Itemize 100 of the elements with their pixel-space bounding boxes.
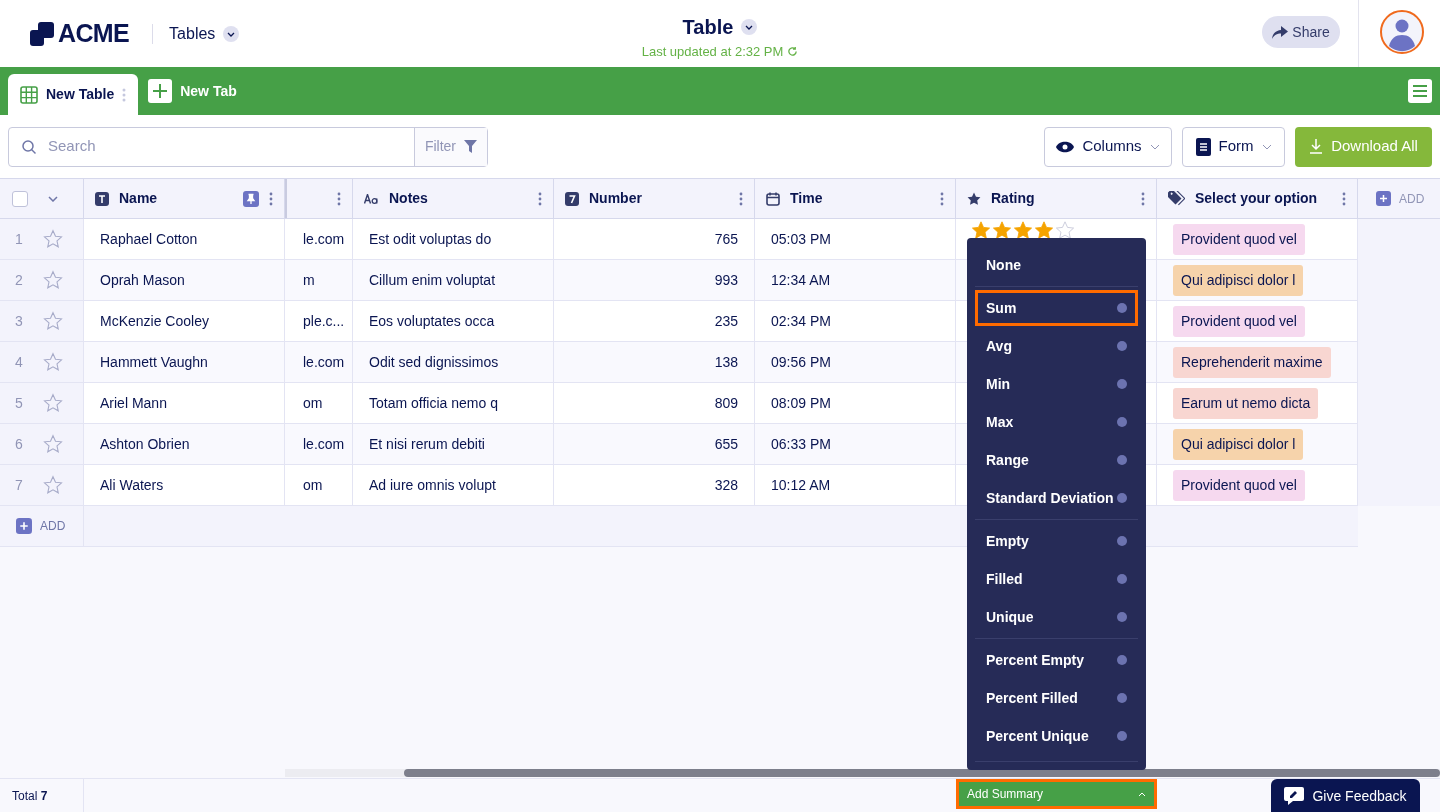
dot-icon bbox=[1117, 493, 1127, 503]
plus-icon bbox=[1376, 191, 1391, 206]
star-icon bbox=[1035, 221, 1053, 239]
star-icon[interactable] bbox=[43, 475, 63, 495]
table-cell-text: Odit sed dignissimos bbox=[369, 352, 499, 372]
table-cell-text: 02:34 PM bbox=[771, 311, 831, 331]
columns-button[interactable]: Columns bbox=[1044, 126, 1172, 167]
star-icon[interactable] bbox=[43, 229, 63, 249]
dot-icon bbox=[1117, 455, 1127, 465]
table-cell-text: 993 bbox=[714, 270, 738, 290]
star-icon[interactable] bbox=[43, 311, 63, 331]
menu-item[interactable]: Empty bbox=[975, 523, 1138, 559]
table-cell-text: Ad iure omnis volupt bbox=[369, 475, 496, 495]
menu-icon[interactable] bbox=[1408, 79, 1432, 103]
more-icon[interactable] bbox=[1141, 191, 1145, 206]
tag-icon bbox=[1168, 191, 1185, 206]
text-type-icon bbox=[95, 191, 109, 206]
more-icon[interactable] bbox=[739, 191, 743, 206]
row-number: 1 bbox=[15, 229, 23, 249]
give-feedback-button[interactable]: Give Feedback bbox=[1271, 779, 1420, 812]
more-icon[interactable] bbox=[940, 191, 944, 206]
more-icon[interactable] bbox=[538, 191, 542, 206]
column-header[interactable]: Notes bbox=[389, 188, 428, 209]
dot-icon bbox=[1117, 417, 1127, 427]
menu-item[interactable]: Unique bbox=[975, 599, 1138, 635]
pin-icon[interactable] bbox=[243, 190, 259, 207]
menu-item[interactable]: Range bbox=[975, 442, 1138, 478]
chevron-down-icon bbox=[223, 25, 240, 42]
column-header[interactable]: Name bbox=[119, 188, 158, 209]
table-cell-text: Et nisi rerum debiti bbox=[369, 434, 485, 454]
table-cell-text: 328 bbox=[714, 475, 738, 495]
more-icon[interactable] bbox=[269, 191, 273, 206]
menu-item[interactable]: Percent Unique bbox=[975, 718, 1138, 754]
more-icon[interactable] bbox=[1342, 191, 1346, 206]
star-icon[interactable] bbox=[43, 270, 63, 290]
add-row-button[interactable]: ADD bbox=[0, 506, 84, 546]
table-cell-text: 05:03 PM bbox=[771, 229, 831, 249]
select-all-checkbox[interactable] bbox=[12, 190, 28, 207]
scrollbar[interactable] bbox=[285, 769, 1440, 777]
option-tag: Provident quod vel bbox=[1173, 469, 1305, 501]
section-dropdown[interactable]: Tables bbox=[169, 21, 240, 46]
table-cell-text: Ali Waters bbox=[100, 475, 164, 495]
column-header[interactable]: Select your option bbox=[1195, 188, 1318, 209]
document-icon bbox=[1195, 137, 1211, 156]
dot-icon bbox=[1117, 536, 1127, 546]
table-cell-text: 12:34 AM bbox=[771, 270, 831, 290]
chevron-down-icon[interactable] bbox=[48, 195, 58, 202]
dot-icon bbox=[1117, 693, 1127, 703]
option-tag: Earum ut nemo dicta bbox=[1173, 387, 1319, 419]
dot-icon bbox=[1117, 655, 1127, 665]
share-button[interactable]: Share bbox=[1262, 16, 1340, 48]
menu-item[interactable]: Filled bbox=[975, 561, 1138, 597]
menu-item[interactable]: Min bbox=[975, 366, 1138, 402]
column-header[interactable]: Number bbox=[589, 188, 642, 209]
table-cell-text: m bbox=[303, 270, 315, 290]
row-number: 4 bbox=[15, 352, 23, 372]
column-header[interactable]: Time bbox=[790, 188, 823, 209]
menu-item[interactable]: Max bbox=[975, 404, 1138, 440]
option-tag: Qui adipisci dolor l bbox=[1173, 264, 1304, 296]
more-icon[interactable] bbox=[337, 191, 341, 206]
number-type-icon bbox=[565, 191, 579, 206]
option-tag: Qui adipisci dolor l bbox=[1173, 428, 1304, 460]
row-number: 2 bbox=[15, 270, 23, 290]
star-icon bbox=[1014, 221, 1032, 239]
table-cell-text: 765 bbox=[714, 229, 738, 249]
star-icon[interactable] bbox=[43, 434, 63, 454]
dot-icon bbox=[1117, 574, 1127, 584]
avatar-icon[interactable] bbox=[1380, 10, 1424, 54]
option-tag: Provident quod vel bbox=[1173, 305, 1305, 337]
star-icon bbox=[972, 221, 990, 239]
table-cell-text: Eos voluptates occa bbox=[369, 311, 495, 331]
filter-icon bbox=[464, 140, 477, 153]
chevron-down-icon bbox=[1261, 143, 1272, 150]
star-icon bbox=[993, 221, 1011, 239]
download-icon bbox=[1309, 139, 1324, 154]
table-cell-text: ple.c... bbox=[303, 311, 345, 331]
row-number: 6 bbox=[15, 434, 23, 454]
text-type-icon bbox=[364, 193, 379, 204]
tab[interactable]: New Table bbox=[8, 74, 139, 115]
menu-item[interactable]: Percent Empty bbox=[975, 642, 1138, 678]
chevron-down-icon[interactable] bbox=[741, 19, 758, 35]
table-cell-text: Hammett Vaughn bbox=[100, 352, 208, 372]
star-icon[interactable] bbox=[43, 352, 63, 372]
column-header[interactable]: Rating bbox=[991, 188, 1035, 209]
star-icon[interactable] bbox=[43, 393, 63, 413]
menu-item[interactable]: Avg bbox=[975, 328, 1138, 364]
menu-item[interactable]: Sum bbox=[975, 290, 1138, 326]
refresh-icon bbox=[787, 46, 799, 58]
menu-item[interactable]: None bbox=[975, 247, 1138, 283]
menu-item[interactable]: Standard Deviation bbox=[975, 480, 1138, 516]
share-arrow-icon bbox=[1272, 25, 1289, 39]
row-number: 5 bbox=[15, 393, 23, 413]
last-updated-text: Last updated at 2:32 PM bbox=[641, 43, 784, 61]
star-icon bbox=[967, 191, 981, 206]
menu-item[interactable]: Percent Filled bbox=[975, 680, 1138, 716]
row-number: 3 bbox=[15, 311, 23, 331]
form-button[interactable]: Form bbox=[1182, 126, 1285, 167]
table-cell-text: om bbox=[303, 393, 323, 413]
table-cell-text: Cillum enim voluptat bbox=[369, 270, 496, 290]
table-cell-text: McKenzie Cooley bbox=[100, 311, 209, 331]
